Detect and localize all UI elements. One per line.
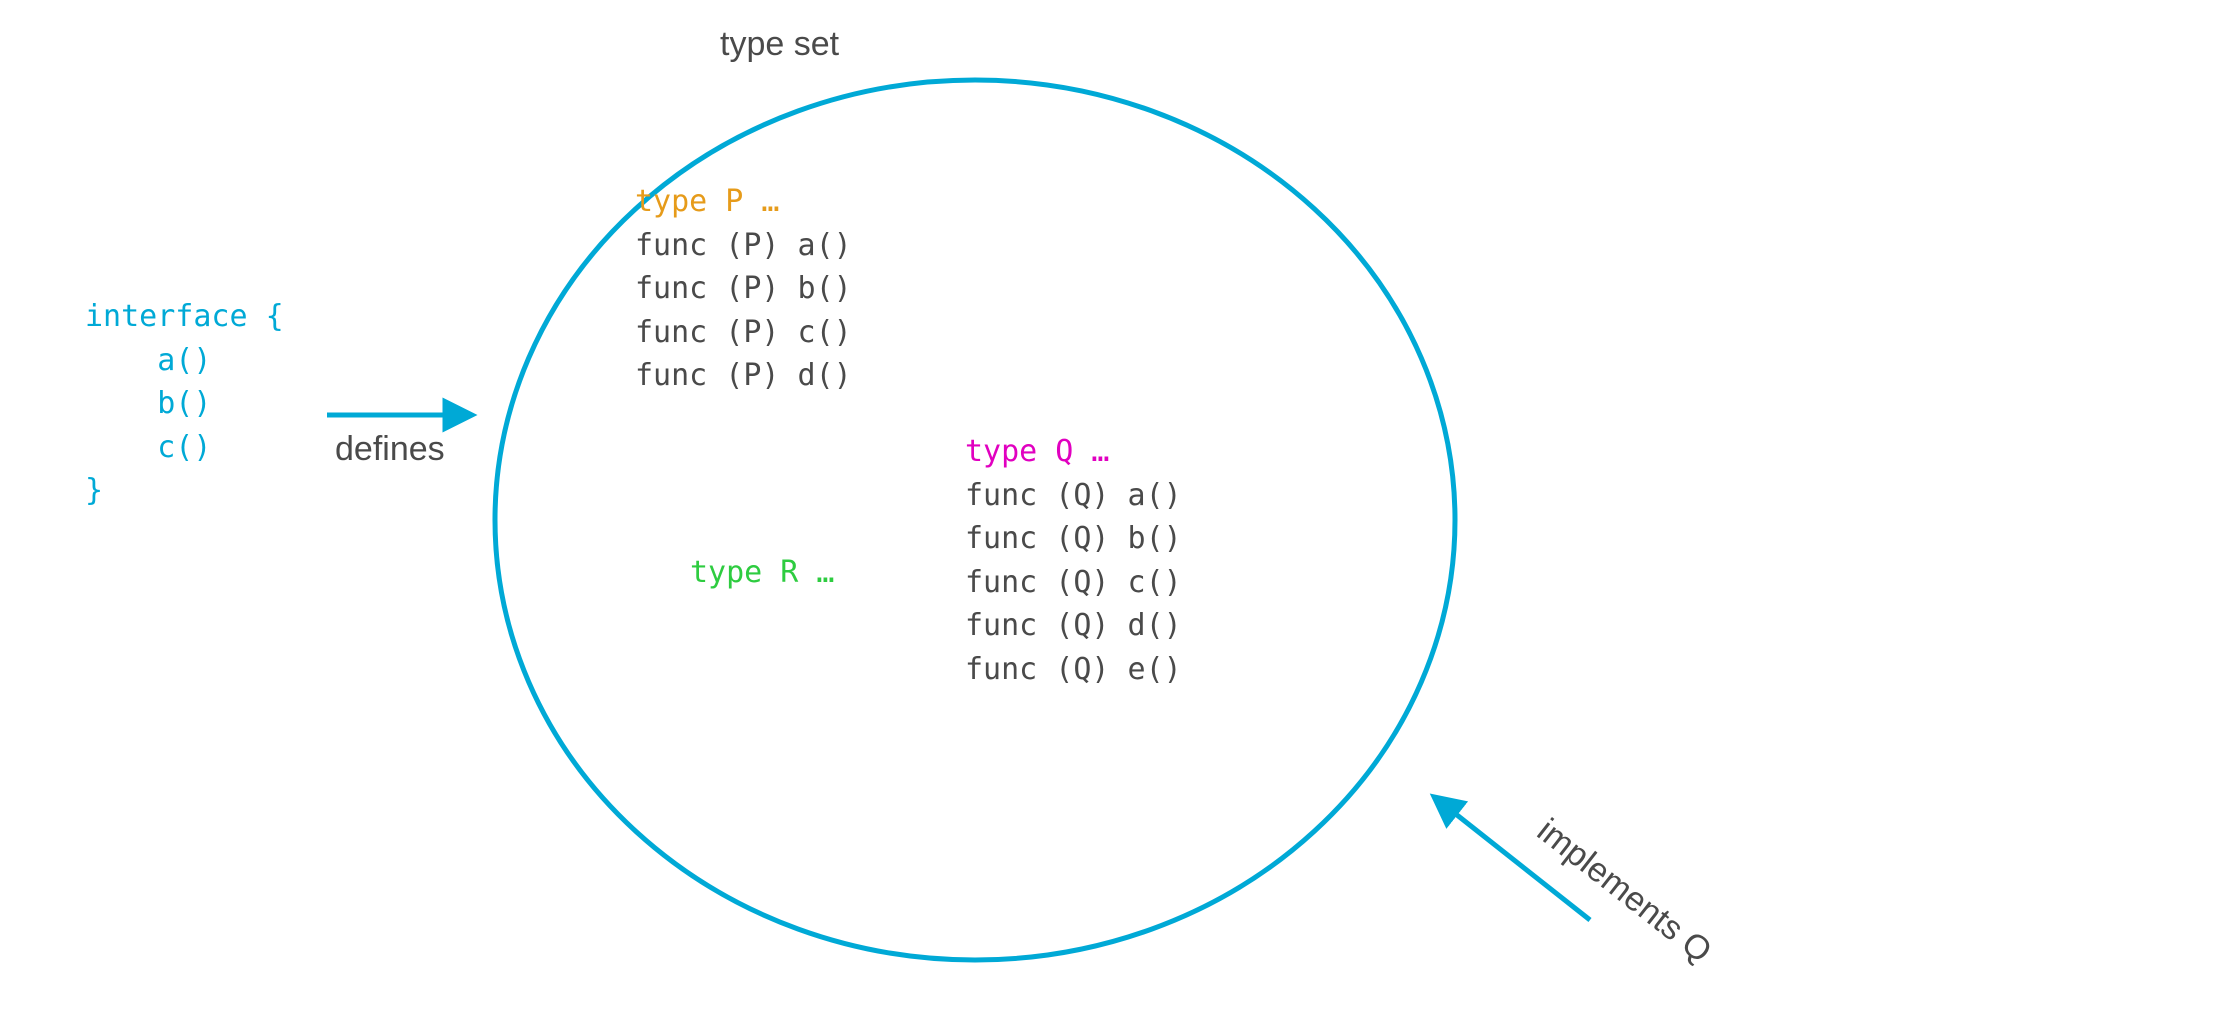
type-p-func-a: func (P) a(): [635, 228, 852, 263]
interface-close: }: [85, 473, 103, 508]
type-p-func-b: func (P) b(): [635, 271, 852, 306]
type-q-func-a: func (Q) a(): [965, 478, 1182, 513]
interface-open: interface {: [85, 299, 284, 334]
interface-method-a: a(): [157, 343, 211, 378]
type-q-func-d: func (Q) d(): [965, 608, 1182, 643]
type-r-decl: type R …: [690, 555, 835, 590]
type-q-decl: type Q …: [965, 434, 1110, 469]
type-p-func-d: func (P) d(): [635, 358, 852, 393]
type-set-label: type set: [720, 25, 839, 64]
type-q-func-c: func (Q) c(): [965, 565, 1182, 600]
defines-label: defines: [335, 430, 445, 469]
implements-q-arrow: [1438, 800, 1590, 920]
type-q-block: type Q … func (Q) a() func (Q) b() func …: [965, 430, 1182, 691]
interface-block: interface { a() b() c() }: [85, 295, 284, 513]
type-p-func-c: func (P) c(): [635, 315, 852, 350]
type-q-func-b: func (Q) b(): [965, 521, 1182, 556]
type-q-func-e: func (Q) e(): [965, 652, 1182, 687]
interface-method-c: c(): [157, 430, 211, 465]
diagram-root: implements Q type set interface { a() b(…: [0, 0, 2220, 1024]
type-p-decl: type P …: [635, 184, 780, 219]
implements-q-label: implements Q: [1530, 811, 1719, 970]
interface-method-b: b(): [157, 386, 211, 421]
type-p-block: type P … func (P) a() func (P) b() func …: [635, 180, 852, 398]
